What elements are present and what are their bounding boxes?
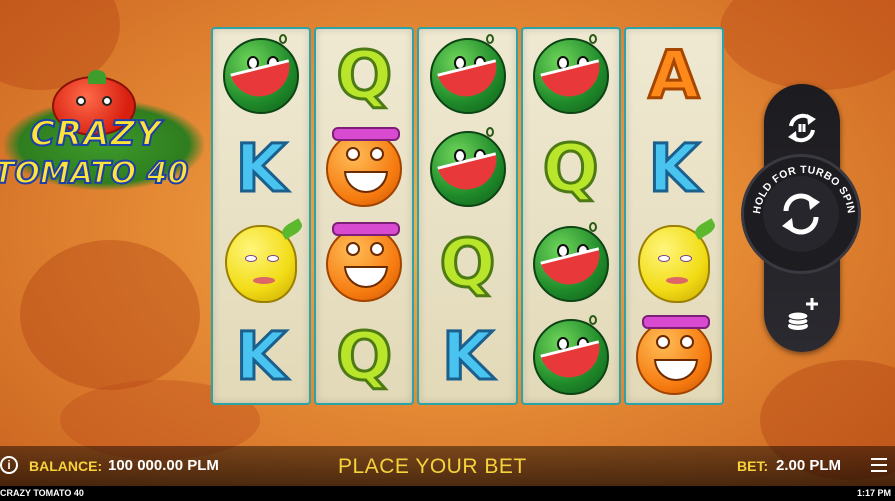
balance-label: BALANCE: [29,458,103,474]
symbol-letter-k: K [631,126,717,212]
reel-5: AK [623,27,725,405]
watermelon-face [223,34,300,114]
clock: 1:17 PM [856,488,891,498]
balance-value: 100 000.00 PLM [108,457,219,474]
game-logo: CRAZY TOMATO 40 [0,70,210,220]
symbol-letter-text: Q [335,37,394,114]
watermelon-icon [528,33,614,119]
autoplay-button[interactable] [778,104,826,152]
spin-button[interactable]: HOLD FOR TURBO SPIN [741,154,861,274]
orange-icon [321,221,407,307]
watermelon-face [429,34,506,114]
symbol-letter-q: Q [321,314,407,400]
symbol-letter-q: Q [528,126,614,212]
logo-line-1: CRAZY [29,113,162,155]
watermelon-face [532,34,609,114]
background-tomato [720,0,895,90]
symbol-letter-text: Q [541,130,600,207]
symbol-letter-text: Q [438,225,497,302]
watermelon-icon [528,221,614,307]
info-icon[interactable]: i [0,456,18,474]
watermelon-icon [425,33,511,119]
bet-label: BET: [737,458,769,474]
watermelon-icon [528,314,614,400]
status-message: PLACE YOUR BET [338,455,527,478]
lemon-icon [218,218,305,307]
reel-1: KK [211,27,312,405]
symbol-letter-text: K [234,318,288,395]
symbol-letter-text: Q [335,318,394,395]
symbol-letter-k: K [218,314,304,400]
symbol-letter-k: K [425,314,511,400]
symbol-letter-text: K [647,130,701,207]
reel-3: QK [417,27,518,405]
lemon-face [637,218,718,303]
symbol-letter-k: K [218,126,304,212]
orange-face [326,222,403,302]
symbol-letter-q: Q [321,33,407,119]
logo-line-2: TOMATO 40 [0,155,189,192]
orange-face [635,315,712,395]
status-bar: CRAZY TOMATO 40 1:17 PM [0,486,895,501]
symbol-letter-text: K [234,130,288,207]
autoplay-refresh-icon [788,113,816,143]
watermelon-face [532,222,609,302]
spin-inner [763,176,839,252]
watermelon-icon [218,33,304,119]
symbol-letter-text: A [647,37,701,114]
symbol-letter-a: A [631,33,717,119]
watermelon-face [429,127,506,207]
lemon-face [225,218,305,303]
background-tomato [20,240,200,390]
bet-settings-button[interactable] [780,292,824,336]
watermelon-face [532,315,609,395]
reel-2: QQ [314,27,415,405]
game-name: CRAZY TOMATO 40 [0,488,84,498]
bet-value: 2.00 PLM [776,457,842,474]
orange-icon [321,126,407,212]
hamburger-menu-icon[interactable] [871,458,887,472]
orange-icon [631,314,717,400]
watermelon-icon [425,126,511,212]
symbol-letter-text: K [440,318,494,395]
bottom-bar: i BALANCE: 100 000.00 PLM PLACE YOUR BET… [0,446,895,486]
symbol-letter-q: Q [425,221,511,307]
reel-grid: KKQQQKQAK [211,27,725,405]
lemon-icon [631,218,718,307]
spin-refresh-icon [782,193,820,235]
coins-plus-icon [787,298,818,330]
reel-4: Q [520,27,621,405]
orange-face [326,127,403,207]
